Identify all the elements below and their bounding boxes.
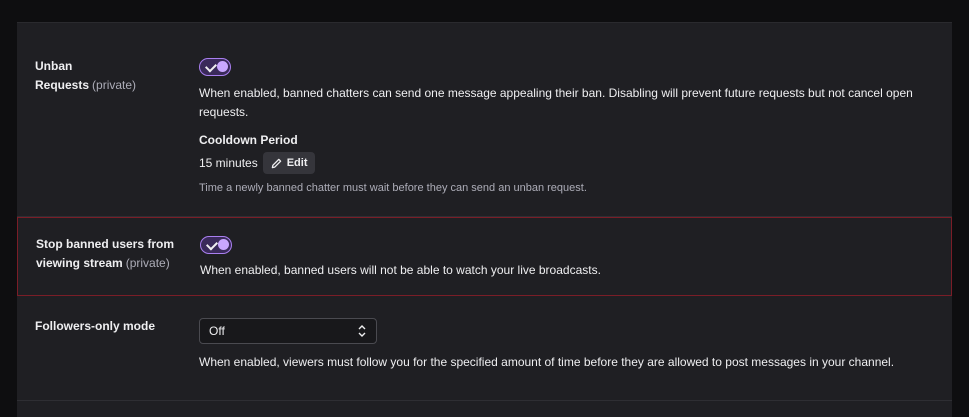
unban-requests-label-line1: Unban	[35, 59, 73, 73]
followers-only-select[interactable]: Off	[199, 318, 377, 344]
followers-only-row: Followers-only mode Off When enabled, vi…	[17, 297, 952, 401]
stop-banned-users-description: When enabled, banned users will not be a…	[200, 263, 601, 277]
private-tag: (private)	[92, 78, 137, 92]
unban-requests-row: Unban Requests (private) When enabled, ba…	[17, 23, 952, 217]
followers-only-content: Off When enabled, viewers must follow yo…	[199, 318, 939, 372]
stop-banned-label-line1: Stop banned users from	[36, 237, 175, 251]
stop-banned-label-line2: viewing stream	[36, 256, 123, 270]
cooldown-period-value: 15 minutes	[199, 156, 258, 170]
cooldown-period-line: 15 minutes Edit	[199, 152, 939, 174]
unban-requests-description: When enabled, banned chatters can send o…	[199, 86, 913, 119]
followers-only-label: Followers-only mode	[35, 319, 156, 333]
chevron-up-down-icon	[358, 325, 366, 337]
check-icon	[205, 238, 219, 251]
edit-cooldown-button[interactable]: Edit	[262, 152, 316, 174]
followers-only-selected-value: Off	[209, 324, 225, 338]
stop-banned-users-label: Stop banned users from viewing stream (pr…	[36, 235, 186, 273]
pencil-icon	[271, 158, 281, 168]
private-tag: (private)	[125, 256, 170, 270]
cooldown-help-text: Time a newly banned chatter must wait be…	[199, 182, 587, 194]
unban-requests-content: When enabled, banned chatters can send o…	[199, 58, 939, 196]
cooldown-period-title: Cooldown Period	[199, 133, 298, 147]
stop-banned-users-toggle[interactable]	[200, 236, 232, 254]
edit-button-label: Edit	[286, 157, 308, 169]
stop-banned-users-content: When enabled, banned users will not be a…	[200, 236, 940, 280]
toggle-knob	[217, 61, 228, 72]
stop-banned-users-row: Stop banned users from viewing stream (pr…	[17, 217, 952, 296]
check-icon	[204, 60, 218, 73]
unban-requests-label: Unban Requests (private)	[35, 57, 195, 95]
followers-only-description: When enabled, viewers must follow you fo…	[199, 355, 895, 369]
chat-settings-panel: Unban Requests (private) When enabled, ba…	[17, 22, 952, 417]
unban-requests-toggle[interactable]	[199, 58, 231, 76]
toggle-knob	[218, 239, 229, 250]
page-background: Unban Requests (private) When enabled, ba…	[0, 0, 969, 417]
unban-requests-label-line2: Requests	[35, 78, 90, 92]
